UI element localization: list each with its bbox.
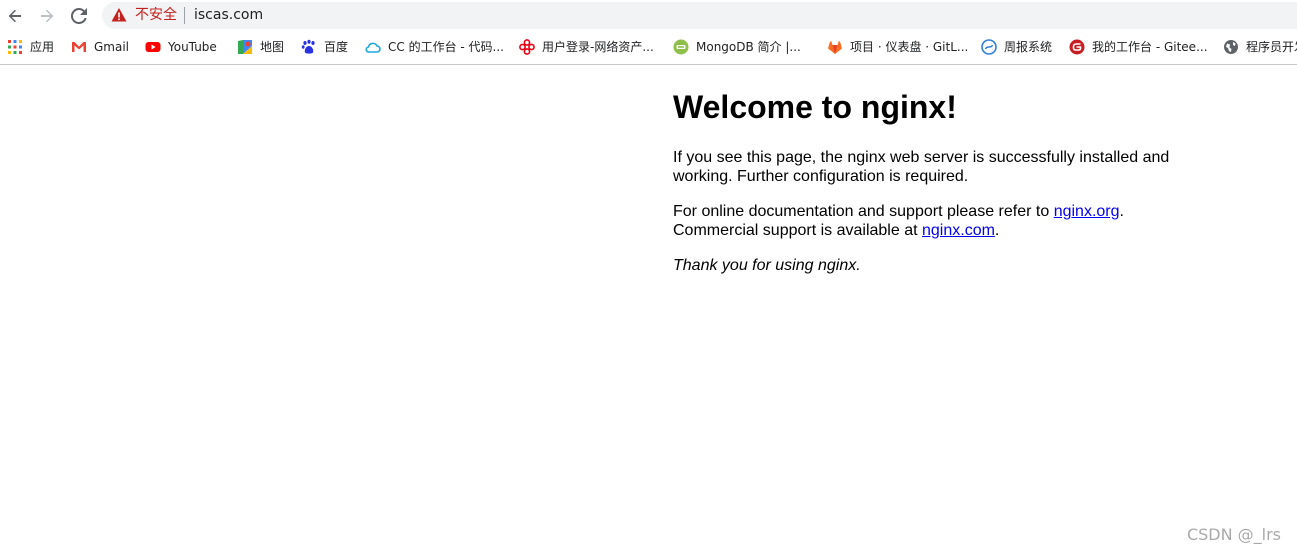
csdn-watermark: CSDN @_lrs <box>1186 525 1281 544</box>
nginx-welcome-content: Welcome to nginx! If you see this page, … <box>673 86 1233 275</box>
bookmark-gmail[interactable]: Gmail <box>71 38 129 56</box>
browser-toolbar: 不安全 iscas.com <box>0 0 1297 31</box>
commercial-text-end: . <box>994 222 1000 239</box>
youtube-icon <box>145 42 161 52</box>
maps-icon <box>238 40 252 54</box>
commercial-text: Commercial support is available at <box>673 222 922 239</box>
warning-icon <box>111 8 127 22</box>
bookmark-mongodb[interactable]: MongoDB 简介 |... <box>673 38 801 56</box>
mongodb-icon <box>673 39 689 55</box>
gmail-icon <box>72 42 86 52</box>
reload-icon <box>71 8 87 24</box>
support-text-end: . <box>1119 203 1124 220</box>
thank-you-message: Thank you for using nginx. <box>673 257 861 274</box>
bookmark-label: 我的工作台 - Gitee... <box>1092 40 1208 54</box>
bookmark-gitlab[interactable]: 项目 · 仪表盘 · GitL... <box>827 38 968 56</box>
bookmark-label: 周报系统 <box>1004 40 1053 54</box>
bookmark-label: 百度 <box>324 40 349 54</box>
bookmark-coding[interactable]: CC 的工作台 - 代码... <box>365 38 504 56</box>
bookmark-label: 程序员开发 <box>1246 40 1297 54</box>
bookmark-maps[interactable]: 地图 <box>237 38 284 56</box>
bookmark-report[interactable]: 周报系统 <box>981 38 1052 56</box>
bookmark-label: MongoDB 简介 |... <box>696 40 801 54</box>
gitlab-icon <box>828 40 842 54</box>
back-button[interactable] <box>3 4 27 28</box>
page-heading: Welcome to nginx! <box>673 89 957 125</box>
reload-button[interactable] <box>67 4 91 28</box>
bookmark-label: 用户登录-网络资产... <box>542 40 654 54</box>
arrow-right-icon <box>41 9 54 23</box>
url-separator <box>184 7 185 24</box>
forward-button[interactable] <box>35 4 59 28</box>
globe-icon <box>1224 40 1238 54</box>
insecure-label[interactable]: 不安全 <box>135 6 177 25</box>
bookmark-label: 地图 <box>260 40 285 54</box>
bookmark-label: 项目 · 仪表盘 · GitL... <box>850 40 969 54</box>
bookmark-label: YouTube <box>168 40 217 54</box>
bookmark-unicom[interactable]: 用户登录-网络资产... <box>519 38 654 56</box>
cloud-icon <box>365 42 381 53</box>
bookmark-label: Gmail <box>94 40 130 54</box>
support-message: For online documentation and support ple… <box>673 202 1233 240</box>
baidu-icon <box>301 39 315 54</box>
arrow-left-icon <box>8 9 21 23</box>
bookmark-label: CC 的工作台 - 代码... <box>388 40 504 54</box>
url-text[interactable]: iscas.com <box>194 6 263 25</box>
bookmark-baidu[interactable]: 百度 <box>301 38 348 56</box>
unicom-icon <box>519 39 535 55</box>
bookmark-label: 应用 <box>30 40 55 54</box>
address-bar[interactable]: 不安全 iscas.com <box>102 2 1297 29</box>
bookmark-dev[interactable]: 程序员开发 <box>1223 38 1297 56</box>
bookmark-apps[interactable]: 应用 <box>7 38 54 56</box>
apps-grid-icon <box>8 40 22 54</box>
support-text: For online documentation and support ple… <box>673 203 1054 220</box>
install-message: If you see this page, the nginx web serv… <box>673 149 1170 185</box>
nginx-org-link[interactable]: nginx.org <box>1054 203 1120 220</box>
bookmark-youtube[interactable]: YouTube <box>145 38 217 56</box>
nginx-com-link[interactable]: nginx.com <box>922 222 995 239</box>
bookmark-gitee[interactable]: 我的工作台 - Gitee... <box>1069 38 1208 56</box>
gitee-icon <box>1069 39 1085 55</box>
report-icon <box>981 39 997 55</box>
bookmarks-bar: 应用 Gmail YouTube 地图 百度 CC 的工作台 - 代码... 用… <box>0 31 1297 65</box>
